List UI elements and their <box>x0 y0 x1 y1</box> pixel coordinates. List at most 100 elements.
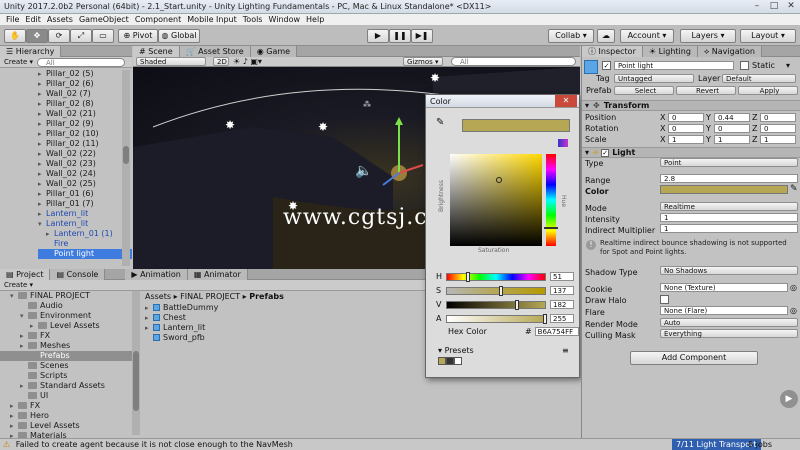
hierarchy-item[interactable]: ▸ Pillar_02 (8) <box>38 99 132 109</box>
static-checkbox[interactable] <box>740 61 749 70</box>
asset-item[interactable]: ▸ Lantern_lit <box>145 323 218 333</box>
transform-y-field[interactable]: 0.44 <box>714 113 750 122</box>
color-mode-icon[interactable] <box>558 139 568 147</box>
hierarchy-item[interactable]: ▸ Pillar_02 (10) <box>38 129 132 139</box>
expand-arrow-icon[interactable]: ▸ <box>38 209 46 219</box>
pivot-button[interactable]: ⊕ Pivot <box>118 29 158 43</box>
hierarchy-item[interactable]: Point light <box>38 249 132 259</box>
tab-game[interactable]: ◉ Game <box>250 45 298 57</box>
expand-arrow-icon[interactable]: ▸ <box>38 129 46 139</box>
light-type-dropdown[interactable]: Point <box>660 158 798 167</box>
prefab-select-button[interactable]: Select <box>614 86 674 95</box>
hierarchy-item[interactable]: ▾ Lantern_lit <box>38 219 132 229</box>
project-folder[interactable]: ▾ FINAL PROJECT <box>0 291 132 301</box>
transform-foldout-icon[interactable]: ▾ <box>585 101 589 111</box>
play-icon[interactable]: ▶ <box>367 29 389 43</box>
asset-item[interactable]: ▸ Chest <box>145 313 218 323</box>
minimize-button[interactable]: – <box>748 0 766 12</box>
layout-button[interactable]: Layout ▾ <box>740 29 796 43</box>
tab-console[interactable]: ▤ Console <box>50 268 106 280</box>
menu-assets[interactable]: Assets <box>47 14 73 26</box>
channel-slider-handle[interactable] <box>498 285 503 296</box>
preset-swatch[interactable] <box>438 357 446 365</box>
light-header[interactable]: ▾ ☀ ✓ Light <box>582 147 800 158</box>
channel-value-input[interactable]: 255 <box>550 314 574 323</box>
color-field-cursor[interactable] <box>496 177 502 183</box>
collab-button[interactable]: Collab ▾ <box>548 29 594 43</box>
project-folder[interactable]: Audio <box>0 301 132 311</box>
expand-arrow-icon[interactable]: ▸ <box>30 321 38 331</box>
expand-arrow-icon[interactable]: ▸ <box>145 313 153 323</box>
tab-project[interactable]: ▤ Project <box>0 268 51 280</box>
tab-scene[interactable]: # Scene <box>133 45 180 57</box>
transform-y-field[interactable]: 1 <box>714 135 750 144</box>
video-play-overlay-icon[interactable]: ▶ <box>780 390 798 408</box>
menu-edit[interactable]: Edit <box>25 14 41 26</box>
channel-value-input[interactable]: 137 <box>550 286 574 295</box>
transform-x-field[interactable]: 1 <box>668 135 704 144</box>
expand-arrow-icon[interactable]: ▸ <box>38 99 46 109</box>
breadcrumb-final-project[interactable]: FINAL PROJECT <box>180 292 240 301</box>
hierarchy-item[interactable]: ▸ Lantern_lit <box>38 209 132 219</box>
project-folder[interactable]: ▸ Level Assets <box>0 321 132 331</box>
layers-button[interactable]: Layers ▾ <box>680 29 736 43</box>
hierarchy-item[interactable]: ▸ Wall_02 (7) <box>38 89 132 99</box>
presets-menu-icon[interactable]: ≡ <box>562 346 569 355</box>
prefab-revert-button[interactable]: Revert <box>676 86 736 95</box>
expand-arrow-icon[interactable]: ▸ <box>38 89 46 99</box>
cookie-field[interactable]: None (Texture) <box>660 283 788 292</box>
render-mode-dropdown[interactable]: Auto <box>660 318 798 327</box>
hierarchy-item[interactable]: ▸ Pillar_02 (9) <box>38 119 132 129</box>
hierarchy-scroll-thumb[interactable] <box>123 146 129 164</box>
transform-z-field[interactable]: 1 <box>760 135 796 144</box>
draw-halo-checkbox[interactable] <box>660 295 669 304</box>
cloud-icon[interactable]: ☁ <box>597 29 615 43</box>
expand-arrow-icon[interactable]: ▸ <box>38 119 46 129</box>
transform-z-field[interactable]: 0 <box>760 113 796 122</box>
expand-arrow-icon[interactable]: ▸ <box>10 411 18 421</box>
light-color-field[interactable] <box>660 185 788 194</box>
project-create-button[interactable]: Create ▾ <box>0 281 37 289</box>
scale-tool-icon[interactable]: ⤢ <box>70 29 92 43</box>
hierarchy-item[interactable]: ▸ Wall_02 (25) <box>38 179 132 189</box>
expand-arrow-icon[interactable]: ▸ <box>46 229 54 239</box>
project-tree-scroll-thumb[interactable] <box>133 351 139 411</box>
expand-arrow-icon[interactable]: ▸ <box>145 323 153 333</box>
tag-dropdown[interactable]: Untagged <box>614 74 694 83</box>
preset-swatch[interactable] <box>446 357 454 365</box>
hierarchy-item[interactable]: ▸ Pillar_02 (5) <box>38 69 132 79</box>
channel-slider[interactable] <box>446 285 546 296</box>
breadcrumb-assets[interactable]: Assets <box>145 292 171 301</box>
expand-arrow-icon[interactable]: ▸ <box>38 169 46 179</box>
expand-arrow-icon[interactable]: ▸ <box>20 381 28 391</box>
expand-arrow-icon[interactable]: ▸ <box>38 159 46 169</box>
transform-z-field[interactable]: 0 <box>760 124 796 133</box>
project-folder[interactable]: ▸ Hero <box>0 411 132 421</box>
tab-inspector[interactable]: ⓘ Inspector <box>582 45 643 57</box>
step-icon[interactable]: ▶❚ <box>411 29 433 43</box>
project-tree-scrollbar[interactable] <box>132 291 140 435</box>
active-checkbox[interactable]: ✓ <box>602 61 611 70</box>
expand-arrow-icon[interactable]: ▸ <box>10 401 18 411</box>
object-name-field[interactable]: Point light <box>614 61 734 70</box>
hierarchy-item[interactable]: ▸ Lantern_01 (1) <box>38 229 132 239</box>
hierarchy-item[interactable]: ▸ Pillar_01 (6) <box>38 189 132 199</box>
transform-x-field[interactable]: 0 <box>668 113 704 122</box>
culling-mask-dropdown[interactable]: Everything <box>660 329 798 338</box>
tab-animation[interactable]: ▶ Animation <box>125 268 188 280</box>
expand-arrow-icon[interactable]: ▸ <box>20 331 28 341</box>
hierarchy-item[interactable]: ▸ Pillar_02 (6) <box>38 79 132 89</box>
channel-slider[interactable] <box>446 299 546 310</box>
expand-arrow-icon[interactable]: ▸ <box>38 199 46 209</box>
scene-search-input[interactable]: All <box>451 57 576 66</box>
hierarchy-item[interactable]: ▸ Pillar_01 (7) <box>38 199 132 209</box>
expand-arrow-icon[interactable]: ▸ <box>20 341 28 351</box>
flare-picker-icon[interactable]: ◎ <box>790 306 797 315</box>
layer-dropdown[interactable]: Default <box>722 74 796 83</box>
transform-x-field[interactable]: 0 <box>668 124 704 133</box>
scene-lighting-icon[interactable]: ☀ ♪ ▣▾ <box>233 57 262 66</box>
menu-component[interactable]: Component <box>135 14 181 26</box>
shading-dropdown[interactable]: Shaded <box>136 57 206 66</box>
channel-slider-handle[interactable] <box>466 271 471 282</box>
color-eyedropper-icon[interactable]: ✎ <box>790 184 798 194</box>
